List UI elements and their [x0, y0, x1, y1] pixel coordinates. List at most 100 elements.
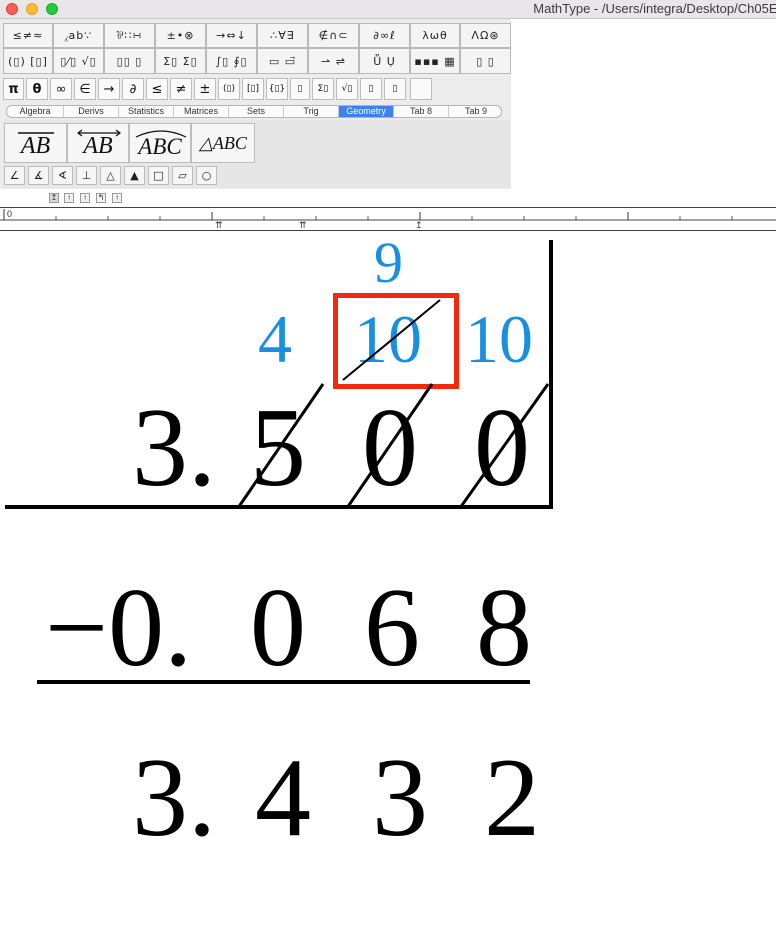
minuend-digit-0b: 0 [474, 386, 530, 510]
subtrahend-whole: −0. [45, 566, 193, 690]
arc-icon [135, 130, 187, 138]
minuend-whole: 3. [132, 386, 216, 510]
plus-minus-symbol-button[interactable]: ± [194, 78, 216, 100]
segment-bar-icon [18, 132, 54, 134]
toolbar-empty-area [511, 19, 776, 189]
close-window-button[interactable] [6, 3, 18, 15]
minuend-underline [5, 505, 553, 509]
summations-palette[interactable]: Σ▯ Σ▯ [155, 48, 206, 74]
subtrahend-digit-6: 6 [364, 566, 420, 690]
subtraction-line [37, 680, 530, 684]
arrows-palette[interactable]: →⇔↓ [206, 23, 257, 48]
pi-symbol-button[interactable]: π [3, 78, 24, 100]
misc-symbols-palette[interactable]: ∂∞ℓ [359, 23, 410, 48]
tab-geometry[interactable]: Geometry [339, 106, 394, 117]
minuend-digit-0a: 0 [362, 386, 418, 510]
brackets-template-button[interactable]: [▯] [242, 78, 264, 100]
angle-symbol-button[interactable]: ∠ [4, 166, 25, 185]
square-symbol-button[interactable]: □ [148, 166, 169, 185]
subscript-template-button[interactable]: ▯ [360, 78, 382, 100]
right-bracket-line [549, 240, 553, 509]
right-arrow-symbol-button[interactable]: → [98, 78, 120, 100]
highlight-box [333, 293, 459, 389]
braces-template-button[interactable]: {▯} [266, 78, 288, 100]
matrices-palette[interactable]: ▪▪▪ ▦ [410, 48, 460, 74]
set-theory-palette[interactable]: ∉∩⊂ [308, 23, 359, 48]
triangle-symbol-button[interactable]: △ [100, 166, 121, 185]
svg-text:⇈: ⇈ [299, 221, 307, 230]
tab-8[interactable]: Tab 8 [394, 106, 449, 117]
svg-text:⇈: ⇈ [215, 221, 223, 230]
result-digit-4: 4 [255, 736, 311, 860]
tab-algebra[interactable]: Algebra [7, 106, 64, 117]
infinity-symbol-button[interactable]: ∞ [50, 78, 72, 100]
nudge-up-icon[interactable]: ↑ [64, 193, 74, 203]
triangle-template-label: △ABC [199, 132, 247, 153]
fractions-radicals-palette[interactable]: ▯⁄▯ √▯ [53, 48, 104, 74]
minuend-digit-5: 5 [250, 386, 306, 510]
result-digit-3: 3 [372, 736, 428, 860]
minimize-window-button[interactable] [26, 3, 38, 15]
logical-palette[interactable]: ∴∀∃ [257, 23, 308, 48]
ruler-ticks: ⇈ ⇈ ↥ [0, 209, 776, 230]
ruler[interactable]: 0 ⇈ ⇈ ↥ [0, 207, 776, 231]
summation-template-button[interactable]: Σ▯ [312, 78, 334, 100]
spaces-ellipses-palette[interactable]: ⁁ab∵ [53, 23, 104, 48]
not-equal-symbol-button[interactable]: ≠ [170, 78, 192, 100]
window-title: MathType - /Users/integra/Desktop/Ch05Ec [533, 1, 776, 16]
element-of-symbol-button[interactable]: ∈ [74, 78, 96, 100]
title-bar: MathType - /Users/integra/Desktop/Ch05Ec [0, 0, 776, 19]
measured-angle-symbol-button[interactable]: ∡ [28, 166, 49, 185]
boxes-palette[interactable]: ▯ ▯ [460, 48, 511, 74]
borrow-digit-4: 4 [258, 301, 292, 377]
triangle-name-template-button[interactable]: △ABC [191, 123, 255, 163]
tab-sets[interactable]: Sets [229, 106, 284, 117]
theta-symbol-button[interactable]: θ [26, 78, 48, 100]
embellishments-palette[interactable]: ⅌∷∺ [104, 23, 155, 48]
spherical-angle-symbol-button[interactable]: ∢ [52, 166, 73, 185]
labeled-arrows-palette[interactable]: ⇀ ⇌ [308, 48, 359, 74]
perpendicular-symbol-button[interactable]: ⊥ [76, 166, 97, 185]
subscripts-palette[interactable]: ▯▯ ▯ [104, 48, 155, 74]
tab-bar: Algebra Derivs Statistics Matrices Sets … [6, 105, 502, 118]
circle-symbol-button[interactable]: ○ [196, 166, 217, 185]
tab-derivs[interactable]: Derivs [64, 106, 119, 117]
borrow-digit-9: 9 [374, 230, 403, 295]
line-arrows-icon [77, 129, 121, 137]
fraction-template-button[interactable]: ▯ [290, 78, 310, 100]
greek-uppercase-palette[interactable]: ΛΩ⊛ [460, 23, 511, 48]
parallelogram-symbol-button[interactable]: ▱ [172, 166, 193, 185]
segment-template-button[interactable]: AB [4, 123, 67, 163]
tab-matrices[interactable]: Matrices [174, 106, 229, 117]
line-template-button[interactable]: AB [67, 123, 129, 163]
subsup-template-button[interactable] [410, 78, 432, 100]
operators-palette[interactable]: ±•⊗ [155, 23, 206, 48]
superscript-template-button[interactable]: ▯ [384, 78, 406, 100]
nudge-align-icon[interactable]: ↥ [49, 193, 59, 203]
subtrahend-digit-0: 0 [250, 566, 306, 690]
nudge-up-right-icon[interactable]: ↑ [112, 193, 122, 203]
arc-template-button[interactable]: ABC [129, 123, 191, 163]
svg-text:↥: ↥ [415, 221, 423, 230]
partial-symbol-button[interactable]: ∂ [122, 78, 144, 100]
subtrahend-digit-8: 8 [476, 566, 532, 690]
integrals-palette[interactable]: ∫▯ ∮▯ [206, 48, 257, 74]
result-whole: 3. [132, 736, 216, 860]
greek-lowercase-palette[interactable]: λωθ [410, 23, 460, 48]
nudge-up-small-icon[interactable]: ↑ [80, 193, 90, 203]
maximize-window-button[interactable] [46, 3, 58, 15]
tab-trig[interactable]: Trig [284, 106, 339, 117]
products-palette[interactable]: Ṻ Ụ [359, 48, 410, 74]
tab-9[interactable]: Tab 9 [449, 106, 501, 117]
nudge-left-up-icon[interactable]: ↰ [96, 193, 106, 203]
parentheses-template-button[interactable]: (▯) [218, 78, 240, 100]
fences-palette[interactable]: (▯) [▯] [3, 48, 53, 74]
bars-palette[interactable]: ▭ ▭⃗ [257, 48, 308, 74]
relations-palette[interactable]: ≤≠≈ [3, 23, 53, 48]
less-equal-symbol-button[interactable]: ≤ [146, 78, 168, 100]
tab-statistics[interactable]: Statistics [119, 106, 174, 117]
borrow-digit-10: 10 [465, 301, 533, 377]
result-digit-2: 2 [484, 736, 540, 860]
radical-template-button[interactable]: √▯ [336, 78, 358, 100]
filled-triangle-symbol-button[interactable]: ▲ [124, 166, 145, 185]
